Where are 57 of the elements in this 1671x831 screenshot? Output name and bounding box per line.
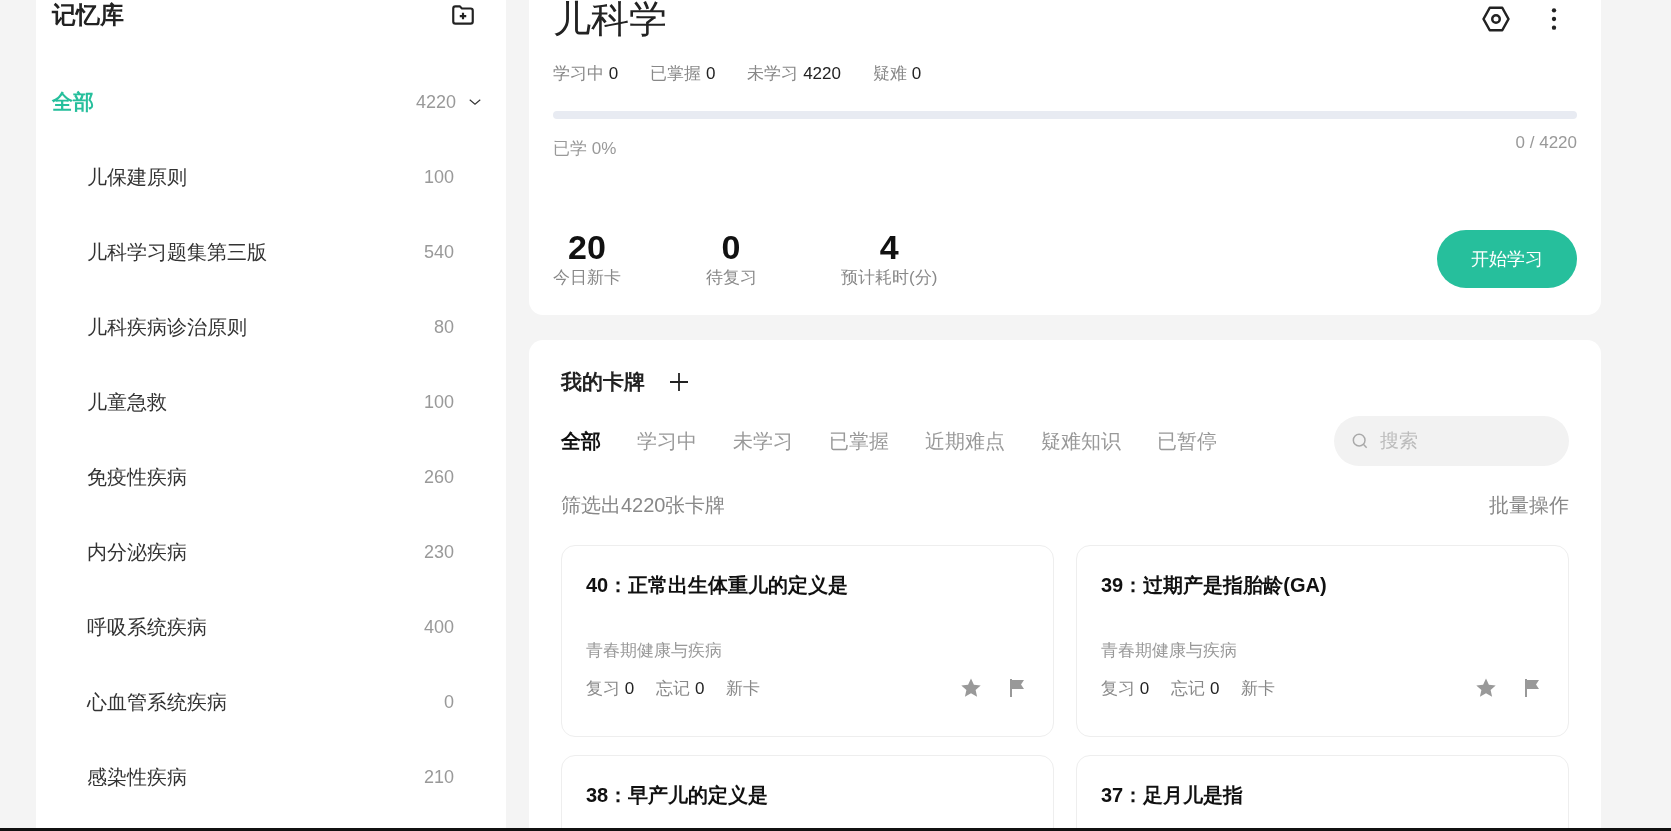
panel-title: 我的卡牌 (561, 369, 645, 395)
batch-action-link[interactable]: 批量操作 (1489, 492, 1569, 519)
sidebar-item[interactable]: 儿科疾病诊治原则 80 (52, 290, 454, 365)
flashcard[interactable]: 37：足月儿是指 (1076, 755, 1569, 828)
flashcard[interactable]: 38：早产儿的定义是 (561, 755, 1054, 828)
sidebar-item[interactable]: 儿童急救 100 (52, 365, 454, 440)
flashcard[interactable]: 39：过期产是指胎龄(GA) 青春期健康与疾病 复习 0 忘记 0 新卡 (1076, 545, 1569, 737)
sidebar-item[interactable]: 感染性疾病 210 (52, 740, 454, 815)
deck-title: 儿科学 (553, 0, 667, 38)
summary-value: 0 (721, 228, 741, 266)
item-count: 540 (423, 242, 454, 263)
summary-value: 4 (879, 228, 899, 266)
filter-tab[interactable]: 全部 (561, 427, 601, 455)
item-count: 0 (444, 692, 454, 713)
card-stat: 复习 0 (586, 677, 635, 700)
sidebar-item[interactable]: 儿科学习题集第三版 540 (52, 215, 454, 290)
stat-text: 未学习 4220 (747, 63, 841, 85)
card-status: 新卡 (1241, 677, 1276, 700)
summary-label: 待复习 (705, 267, 757, 289)
card-title: 40：正常出生体重儿的定义是 (586, 573, 850, 598)
search-icon (1350, 431, 1370, 451)
sidebar-item[interactable]: 心血管系统疾病 0 (52, 665, 454, 740)
sidebar-item[interactable]: 内分泌疾病 230 (52, 515, 454, 590)
sidebar-item[interactable]: 免疫性疾病 260 (52, 440, 454, 515)
summary-label: 预计耗时(分) (841, 267, 938, 289)
item-count: 100 (423, 392, 454, 413)
sidebar-item[interactable]: 儿保建原则 100 (52, 140, 454, 215)
folder-plus-icon[interactable] (450, 2, 476, 28)
summary-value: 20 (568, 228, 606, 266)
stat-text: 疑难 0 (872, 63, 922, 85)
stat-text: 已掌握 0 (650, 63, 716, 85)
card-stat: 忘记 0 (656, 677, 705, 700)
card-category: 青春期健康与疾病 (1101, 640, 1238, 662)
item-count: 4220 (415, 91, 456, 113)
filter-count-text: 筛选出4220张卡牌 (561, 493, 726, 518)
item-count: 230 (423, 542, 454, 563)
item-count: 80 (433, 317, 454, 338)
summary-label: 今日新卡 (553, 267, 621, 289)
flashcard[interactable]: 40：正常出生体重儿的定义是 青春期健康与疾病 复习 0 忘记 0 新卡 (561, 545, 1054, 737)
progress-reading: 0 / 4220 (1515, 133, 1577, 154)
card-stat: 忘记 0 (1171, 677, 1220, 700)
card-status: 新卡 (726, 677, 761, 700)
plus-icon[interactable] (667, 370, 691, 394)
item-count: 260 (423, 467, 454, 488)
card-title: 37：足月儿是指 (1101, 783, 1245, 808)
progress-label: 已学 0% (553, 138, 617, 160)
settings-icon[interactable] (1481, 4, 1511, 34)
card-category: 青春期健康与疾病 (586, 640, 723, 662)
stat-text: 学习中 0 (553, 63, 619, 85)
card-title: 38：早产儿的定义是 (586, 783, 770, 808)
item-count: 400 (423, 617, 454, 638)
card-stat: 复习 0 (1101, 677, 1150, 700)
sidebar-item[interactable]: 呼吸系统疾病 400 (52, 590, 454, 665)
sidebar-title: 记忆库 (52, 0, 124, 30)
item-count: 100 (423, 167, 454, 188)
card-title: 39：过期产是指胎龄(GA) (1101, 573, 1328, 598)
item-count: 210 (423, 767, 454, 788)
